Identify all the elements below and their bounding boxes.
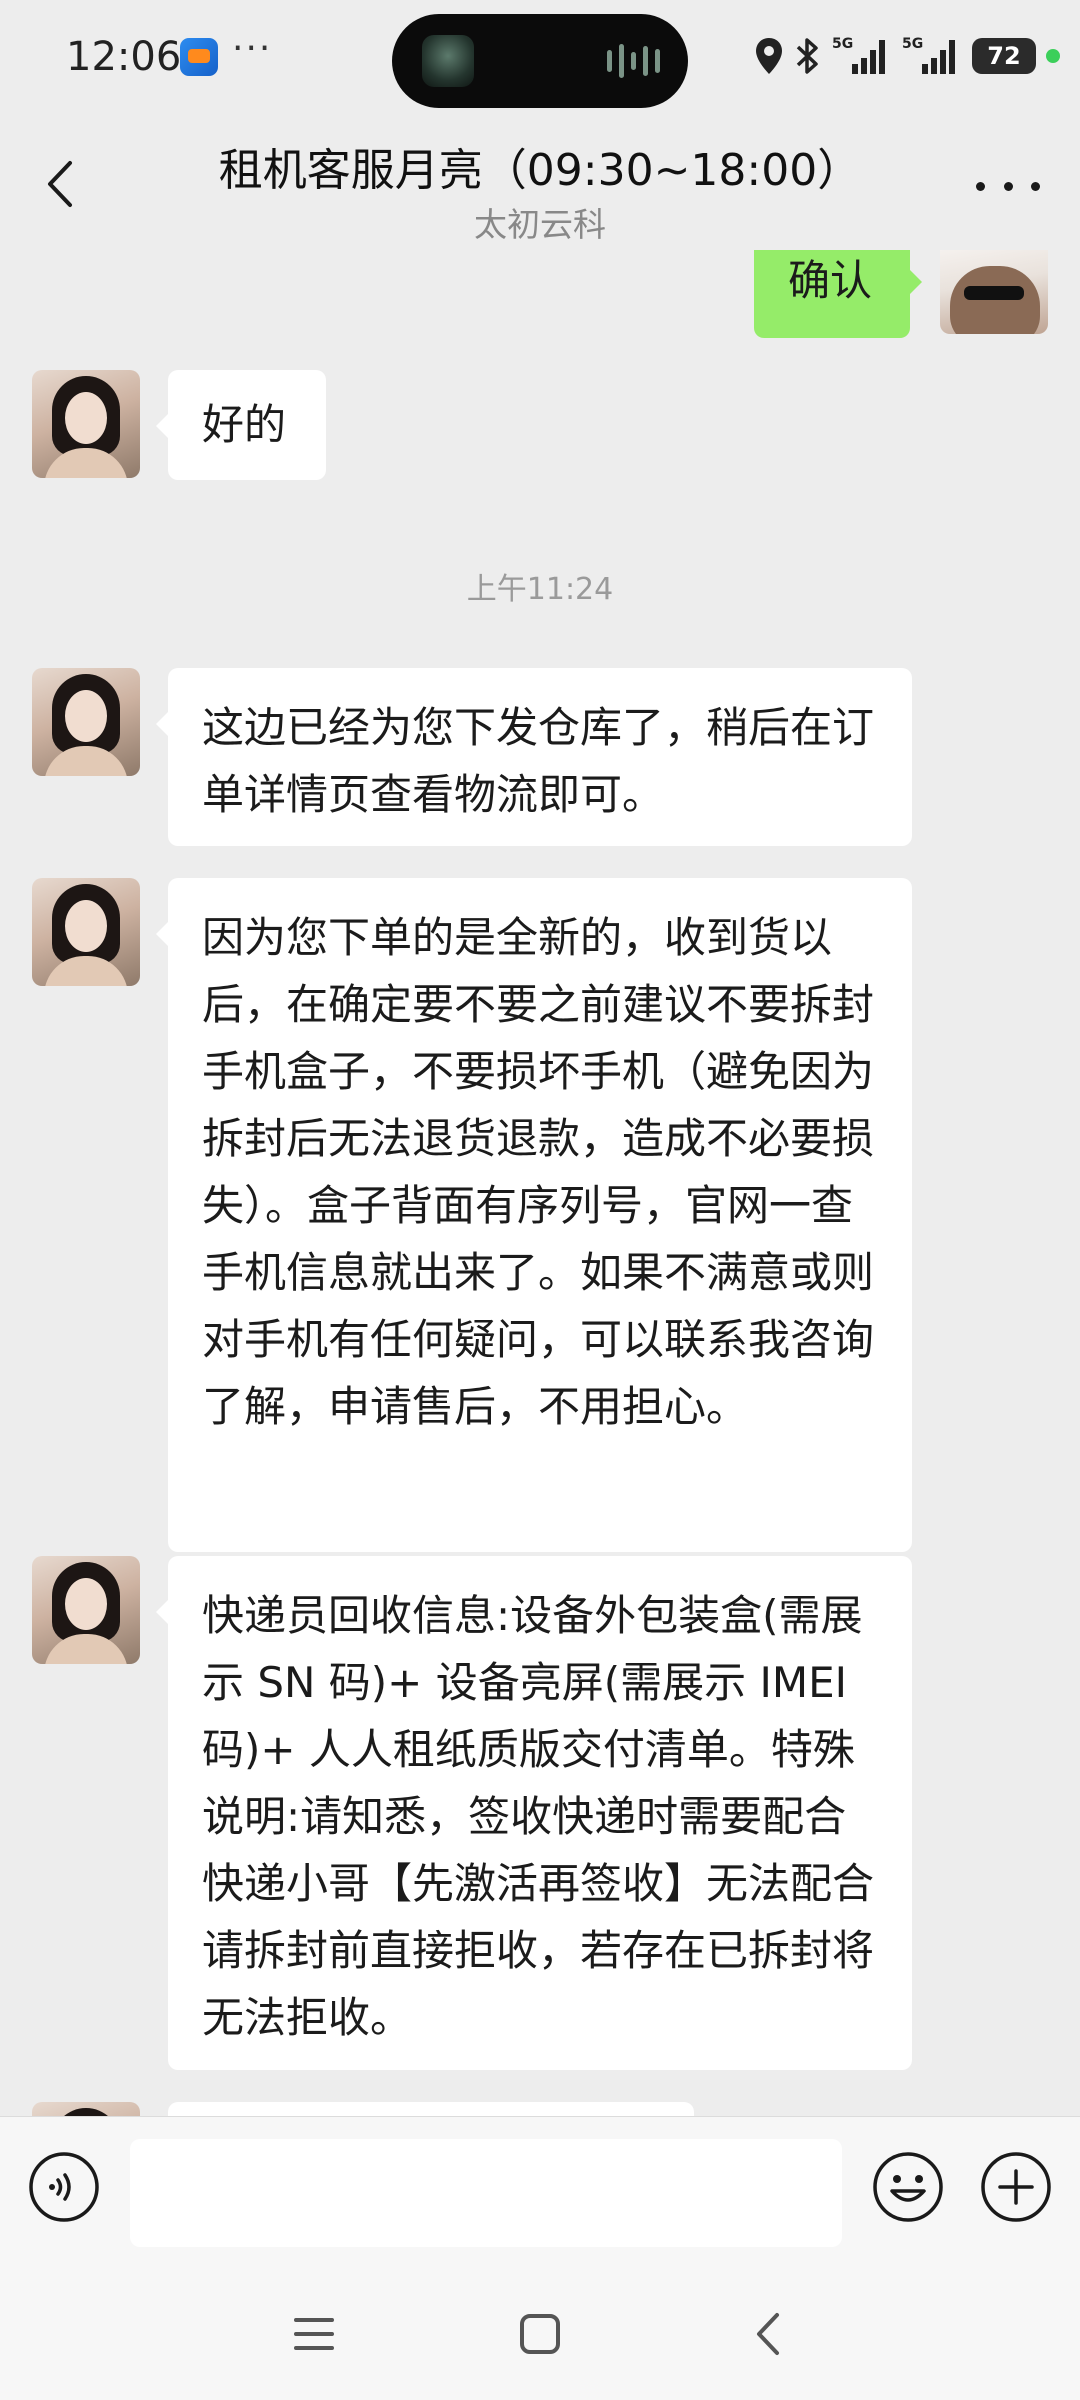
avatar-agent[interactable] bbox=[32, 878, 140, 986]
message-list[interactable]: 确认 好的 上午11:24 这边已经为您下发仓库了，稍后在订单详情页查看物流即可… bbox=[0, 250, 1080, 2116]
voice-button[interactable] bbox=[28, 2151, 100, 2223]
more-functions-button[interactable] bbox=[980, 2151, 1052, 2223]
recent-apps-button[interactable] bbox=[282, 2302, 346, 2366]
bluetooth-icon bbox=[796, 38, 818, 74]
svg-text:5G: 5G bbox=[902, 36, 923, 52]
more-horizontal-icon bbox=[976, 181, 985, 191]
status-bar: 12:06 ··· 5G 5G 72 bbox=[0, 0, 1080, 118]
charging-dot bbox=[1046, 49, 1060, 63]
dynamic-island[interactable] bbox=[392, 14, 688, 108]
app-notification-icon bbox=[180, 38, 218, 76]
chat-title: 租机客服月亮（09:30~18:00） bbox=[218, 145, 862, 196]
signal-5g-icon: 5G bbox=[832, 36, 885, 74]
location-icon bbox=[756, 38, 782, 74]
notification-overflow: ··· bbox=[232, 28, 273, 69]
audio-wave-icon bbox=[607, 44, 660, 78]
chat-header: 租机客服月亮（09:30~18:00） 太初云科 bbox=[0, 118, 1080, 250]
avatar-self[interactable] bbox=[940, 250, 1048, 334]
message-bubble-agent[interactable]: 因为您下单的是全新的，收到货以后，在确定要不要之前建议不要拆封手机盒子，不要损坏… bbox=[156, 878, 912, 1552]
menu-icon bbox=[294, 2318, 334, 2350]
avatar-agent[interactable] bbox=[32, 1556, 140, 1664]
message-bubble-agent[interactable]: 好的 bbox=[156, 370, 326, 480]
back-triangle-icon bbox=[757, 2313, 779, 2355]
message-bubble-self[interactable]: 确认 bbox=[754, 250, 922, 338]
battery-indicator: 72 bbox=[972, 38, 1036, 74]
plus-icon bbox=[981, 2152, 1051, 2222]
avatar-agent[interactable] bbox=[32, 668, 140, 776]
emoji-button[interactable] bbox=[872, 2151, 944, 2223]
emoji-icon bbox=[873, 2152, 943, 2222]
message-bubble-agent[interactable]: 快递员回收信息:设备外包装盒(需展示 SN 码)+ 设备亮屏(需展示 IMEI码… bbox=[156, 1556, 912, 2070]
chat-subtitle: 太初云科 bbox=[474, 205, 606, 244]
more-options-button[interactable] bbox=[976, 166, 1040, 206]
media-thumbnail bbox=[422, 35, 474, 87]
timestamp-divider: 上午11:24 bbox=[466, 572, 614, 607]
home-button[interactable] bbox=[508, 2302, 572, 2366]
status-time: 12:06 bbox=[66, 34, 182, 80]
message-input[interactable] bbox=[130, 2139, 842, 2247]
status-icons: 5G 5G 72 bbox=[754, 32, 1060, 80]
message-bubble-agent[interactable]: 这边已经为您下发仓库了，稍后在订单详情页查看物流即可。 bbox=[156, 668, 912, 846]
avatar-agent[interactable] bbox=[32, 2102, 140, 2116]
home-square-icon bbox=[520, 2314, 560, 2354]
input-bar bbox=[0, 2116, 1080, 2266]
voice-icon bbox=[29, 2152, 99, 2222]
avatar-agent[interactable] bbox=[32, 370, 140, 478]
svg-text:5G: 5G bbox=[832, 36, 853, 52]
signal-5g-icon: 5G bbox=[902, 36, 955, 74]
system-navigation-bar bbox=[0, 2266, 1080, 2400]
system-back-button[interactable] bbox=[736, 2302, 800, 2366]
message-bubble-agent-partial[interactable] bbox=[168, 2102, 694, 2116]
